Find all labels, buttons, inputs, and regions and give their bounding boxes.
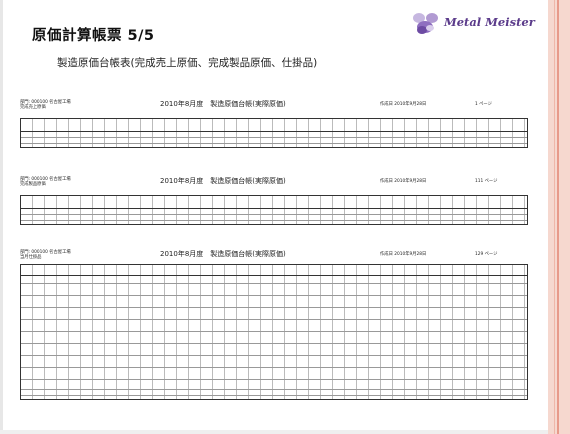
right-border-stripe — [548, 0, 570, 434]
left-shadow — [0, 0, 3, 434]
page-subtitle: 製造原価台帳表(完成売上原価、完成製品原価、仕掛品) — [57, 57, 318, 69]
sheet-date: 作成日 2010年9月28日 — [380, 179, 427, 184]
table-row — [21, 343, 527, 344]
table-header — [21, 119, 527, 132]
table-row — [21, 367, 527, 368]
sheet-date: 作成日 2010年9月28日 — [380, 252, 427, 257]
logo: Metal Meister — [410, 10, 535, 38]
table-row — [21, 307, 527, 308]
table-header — [21, 196, 527, 209]
table-row — [21, 389, 527, 390]
sheet-page-number: 129 ページ — [475, 252, 498, 257]
sheet-page-number: 1 ページ — [475, 102, 492, 107]
sheet-title: 2010年8月度 製造原価台帳(実際原価) — [160, 250, 286, 258]
right-border-line — [557, 0, 559, 434]
table-row — [21, 220, 527, 221]
table-row — [21, 283, 527, 284]
document-page: 原価計算帳票 5/5 Metal Meister 製造原価台帳表(完成売上原価、… — [0, 0, 570, 434]
table-row — [21, 331, 527, 332]
sheet-dept-line2: 完成売上原価 — [20, 105, 46, 110]
ledger-table — [20, 195, 528, 225]
table-row — [21, 319, 527, 320]
bottom-shadow — [0, 430, 548, 434]
right-border-line-thin — [554, 0, 555, 434]
sheet-page-number: 111 ページ — [475, 179, 498, 184]
sheet-title: 2010年8月度 製造原価台帳(実際原価) — [160, 177, 286, 185]
sheet-dept: 部門: 000100 名古屋工場 当月仕掛品 — [20, 250, 71, 260]
table-row — [21, 143, 527, 144]
page-title: 原価計算帳票 5/5 — [32, 28, 155, 44]
ledger-sheet-2: 部門: 000100 名古屋工場 完成製品原価 2010年8月度 製造原価台帳(… — [20, 177, 528, 227]
sheet-dept-line2: 完成製品原価 — [20, 182, 46, 187]
ledger-table — [20, 118, 528, 148]
table-row — [21, 295, 527, 296]
ledger-table — [20, 264, 528, 400]
ledger-sheet-1: 部門: 000100 名古屋工場 完成売上原価 2010年8月度 製造原価台帳(… — [20, 100, 528, 150]
table-row — [21, 214, 527, 215]
sheet-dept-line2: 当月仕掛品 — [20, 255, 42, 260]
sheet-dept: 部門: 000100 名古屋工場 完成製品原価 — [20, 177, 71, 187]
table-row — [21, 379, 527, 380]
logo-text: Metal Meister — [444, 15, 535, 29]
ledger-sheet-3: 部門: 000100 名古屋工場 当月仕掛品 2010年8月度 製造原価台帳(実… — [20, 250, 528, 400]
table-header — [21, 265, 527, 276]
table-row — [21, 395, 527, 396]
metal-meister-logo-icon — [413, 13, 438, 34]
sheet-dept: 部門: 000100 名古屋工場 完成売上原価 — [20, 100, 71, 110]
sheet-title: 2010年8月度 製造原価台帳(実際原価) — [160, 100, 286, 108]
table-row — [21, 355, 527, 356]
sheet-date: 作成日 2010年9月28日 — [380, 102, 427, 107]
table-row — [21, 137, 527, 138]
